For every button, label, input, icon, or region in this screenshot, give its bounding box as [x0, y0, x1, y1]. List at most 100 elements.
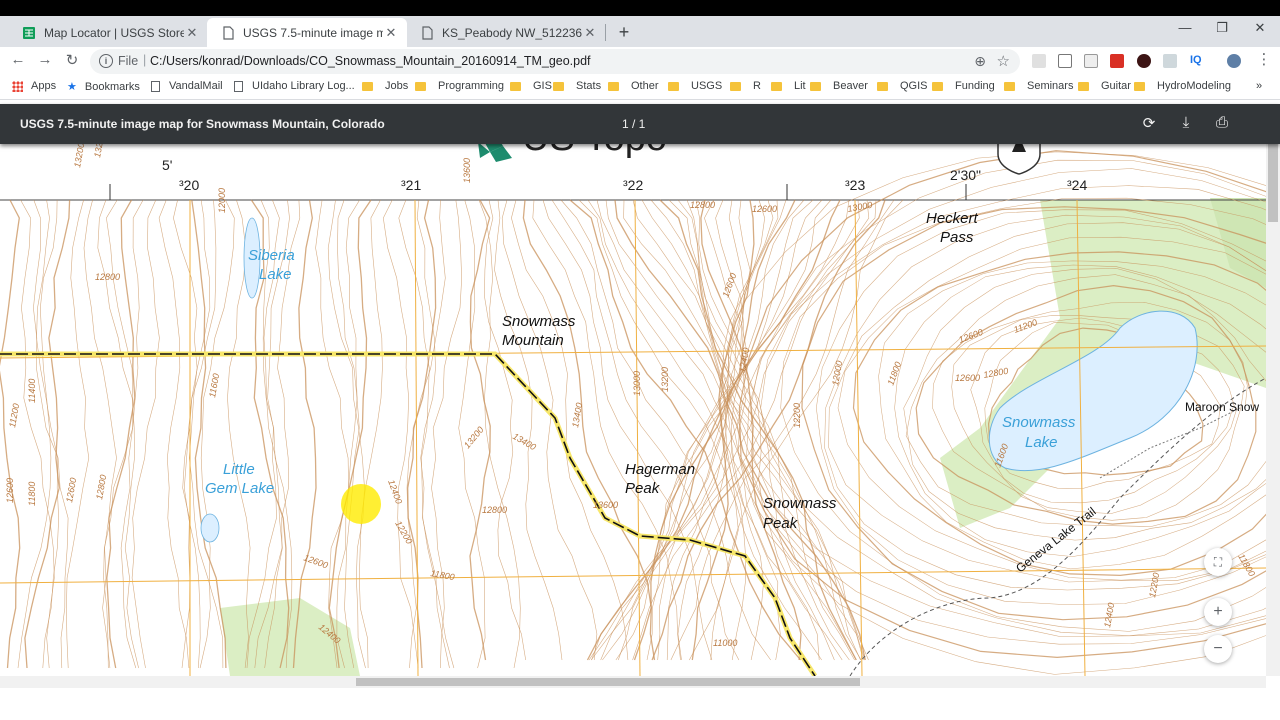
tab-usgs-image-map[interactable]: USGS 7.5-minute image map for ✕ — [207, 18, 407, 47]
pdf-viewport[interactable]: US Topo 5' ³20 ³21 ³22 ³23 2'30" ³24 Sib… — [0, 128, 1266, 676]
tab-ks-peabody[interactable]: KS_Peabody NW_512236_1989_2 ✕ — [406, 18, 606, 47]
contour-label: 12200 — [792, 403, 802, 428]
bookmark-vandalmail[interactable]: VandalMail — [151, 80, 223, 92]
contour-label: 13600 — [593, 500, 618, 510]
bookmarks-bar: Apps ★ Bookmarks VandalMail UIdaho Librar… — [0, 76, 1280, 100]
lake-label: Siberia — [248, 247, 295, 264]
tab-map-locator[interactable]: Map Locator | USGS Store ✕ — [8, 18, 208, 47]
minimize-button[interactable]: — — [1170, 20, 1200, 35]
pass-label: Pass — [940, 229, 974, 246]
horizontal-scrollbar[interactable] — [0, 676, 1266, 688]
file-label: File — [118, 54, 139, 68]
bookmark-folder-beaver[interactable]: Beaver — [810, 80, 868, 92]
star-icon: ★ — [67, 81, 77, 93]
lastpass-icon[interactable] — [1110, 54, 1124, 68]
bookmarks-overflow-icon[interactable]: » — [1256, 80, 1262, 92]
bookmark-folder-qgis[interactable]: QGIS — [877, 80, 928, 92]
bookmark-folder-lit[interactable]: Lit — [771, 80, 806, 92]
folder-icon — [553, 81, 564, 91]
address-bar[interactable]: i File | C:/Users/konrad/Downloads/CO_Sn… — [90, 49, 1020, 74]
restore-button[interactable]: ❐ — [1207, 20, 1237, 36]
folder-icon — [415, 81, 426, 91]
back-button[interactable]: ← — [8, 51, 28, 68]
print-icon[interactable]: ⎙ — [1212, 114, 1232, 131]
scale-label: ³21 — [401, 177, 421, 193]
document-icon — [223, 25, 234, 40]
close-icon[interactable]: ✕ — [184, 25, 200, 41]
bookmark-folder-programming[interactable]: Programming — [415, 80, 504, 92]
close-window-button[interactable]: ✕ — [1245, 20, 1275, 36]
pdf-toolbar: USGS 7.5-minute image map for Snowmass M… — [0, 104, 1280, 144]
folder-icon — [362, 81, 373, 91]
page-icon — [234, 80, 243, 92]
bookmark-folder-stats[interactable]: Stats — [553, 80, 601, 92]
iq-extension-icon[interactable]: IQ — [1190, 54, 1204, 68]
contour-label: 12000 — [217, 188, 227, 213]
profile-avatar[interactable] — [1227, 54, 1241, 68]
bookmark-folder-funding[interactable]: Funding — [932, 80, 995, 92]
contour-label: 11800 — [27, 482, 37, 506]
scroll-thumb[interactable] — [356, 678, 860, 686]
bookmark-folder-hydromodeling[interactable]: HydroModeling — [1134, 80, 1231, 92]
tab-strip: Map Locator | USGS Store ✕ USGS 7.5-minu… — [0, 16, 1280, 47]
close-icon[interactable]: ✕ — [383, 25, 399, 41]
document-icon — [422, 25, 433, 40]
pass-label: Heckert — [926, 210, 979, 227]
scale-label: ³22 — [623, 177, 643, 193]
folder-icon — [932, 81, 943, 91]
bookmark-folder-usgs[interactable]: USGS — [668, 80, 722, 92]
info-icon[interactable]: i — [99, 54, 113, 68]
bookmark-folder-r[interactable]: R — [730, 80, 761, 92]
download-icon[interactable]: ⤓ — [1176, 114, 1196, 131]
pdf-title: USGS 7.5-minute image map for Snowmass M… — [20, 117, 385, 131]
contour-label: 12600 — [752, 204, 777, 214]
zoom-icon[interactable]: ⊕ — [974, 53, 986, 70]
peak-label: Snowmass — [502, 313, 576, 330]
peak-label: Snowmass — [763, 495, 837, 512]
reading-list-icon[interactable] — [1058, 54, 1072, 68]
extension-icon[interactable] — [1163, 54, 1177, 68]
bookmark-star-icon[interactable]: ☆ — [997, 52, 1010, 70]
bookmark-apps[interactable]: Apps — [12, 80, 56, 92]
scale-label: 5' — [162, 157, 172, 173]
bookmark-folder-other[interactable]: Other — [608, 80, 659, 92]
contour-label: 11000 — [713, 638, 737, 648]
folder-icon — [1134, 81, 1145, 91]
topographic-map[interactable]: US Topo 5' ³20 ³21 ³22 ³23 2'30" ³24 Sib… — [0, 128, 1266, 676]
bookmark-folder-gis[interactable]: GIS — [510, 80, 552, 92]
bookmark-bookmarks[interactable]: ★ Bookmarks — [67, 80, 140, 94]
bookmark-uidaho-library[interactable]: UIdaho Library Log... — [234, 80, 355, 92]
scale-label: ³23 — [845, 177, 865, 193]
extension-icon[interactable] — [1032, 54, 1046, 68]
new-tab-button[interactable]: + — [614, 22, 634, 43]
rotate-icon[interactable]: ⟳ — [1139, 114, 1159, 132]
k-extension-icon[interactable] — [1137, 54, 1151, 68]
contour-label: 12800 — [482, 505, 507, 515]
bookmark-folder-jobs[interactable]: Jobs — [362, 80, 408, 92]
zoom-out-button[interactable]: − — [1204, 635, 1232, 663]
reload-button[interactable]: ↻ — [62, 51, 82, 69]
contour-label: 12600 — [955, 373, 980, 383]
folder-icon — [510, 81, 521, 91]
zoom-in-button[interactable]: + — [1204, 598, 1232, 626]
bookmark-folder-guitar[interactable]: Guitar — [1078, 80, 1131, 92]
tab-title: KS_Peabody NW_512236_1989_2 — [442, 25, 582, 40]
bookmark-folder-seminars[interactable]: Seminars — [1004, 80, 1073, 92]
contour-label: 13200 — [660, 367, 670, 392]
sheets-icon — [23, 26, 35, 39]
page-indicator: 1 / 1 — [622, 117, 646, 131]
contour-label: 13600 — [462, 158, 472, 183]
url-text[interactable]: C:/Users/konrad/Downloads/CO_Snowmass_Mo… — [150, 54, 591, 68]
folder-icon — [810, 81, 821, 91]
pdf-extension-icon[interactable] — [1084, 54, 1098, 68]
scroll-thumb[interactable] — [1268, 142, 1278, 222]
scale-label: ³24 — [1067, 177, 1087, 193]
menu-icon[interactable]: ⋮ — [1254, 50, 1274, 68]
fit-page-button[interactable]: ⛶ — [1204, 548, 1232, 576]
vertical-scrollbar[interactable] — [1266, 128, 1280, 676]
lake-label: Little — [223, 461, 255, 478]
forward-button[interactable]: → — [35, 51, 55, 68]
close-icon[interactable]: ✕ — [582, 25, 598, 41]
browser-toolbar: ← → ↻ i File | C:/Users/konrad/Downloads… — [0, 47, 1280, 76]
scale-label: 2'30" — [950, 167, 981, 183]
